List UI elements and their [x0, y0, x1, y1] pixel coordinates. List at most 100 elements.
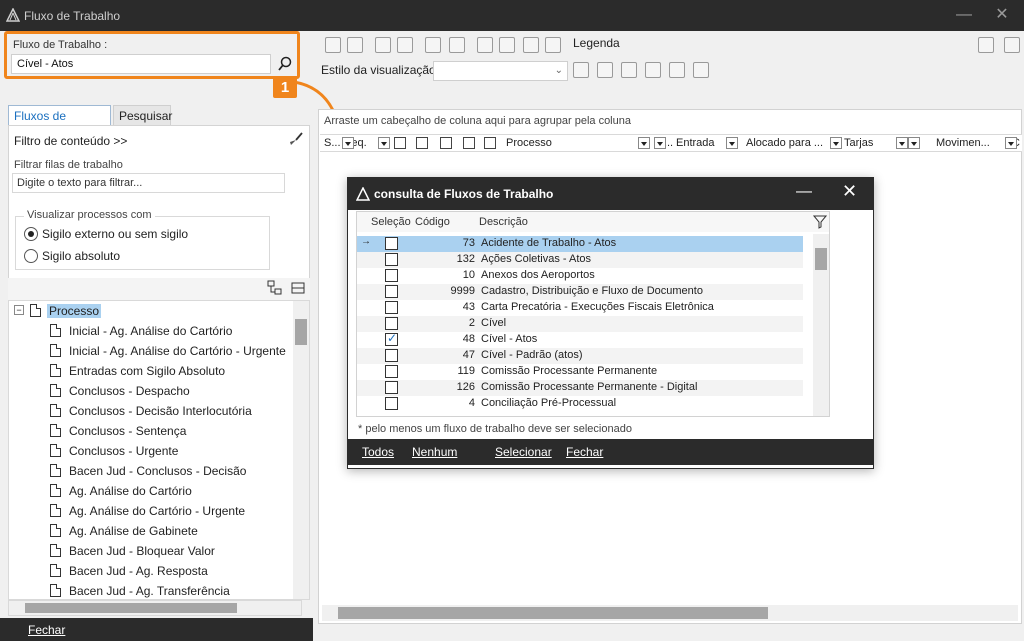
column-dropdown-icon[interactable] [896, 137, 908, 149]
tree-item[interactable]: Inicial - Ag. Análise do Cartório - Urge… [9, 341, 289, 361]
find-icon[interactable] [499, 37, 515, 53]
row-checkbox[interactable] [385, 253, 398, 266]
brush-icon[interactable] [288, 131, 304, 147]
list-item[interactable]: 4 Conciliação Pré-Processual [357, 396, 803, 412]
link-icon[interactable] [463, 137, 475, 149]
minimize-button[interactable]: — [952, 4, 976, 26]
approve-icon[interactable] [375, 37, 391, 53]
row-checkbox[interactable] [385, 237, 398, 250]
tree-item[interactable]: Conclusos - Urgente [9, 441, 289, 461]
radio-sigilo-externo[interactable]: Sigilo externo ou sem sigilo [24, 227, 188, 241]
row-checkbox[interactable] [385, 397, 398, 410]
grid-column-header[interactable]: Alocado para ... [746, 137, 823, 149]
tree-item[interactable]: Bacen Jud - Bloquear Valor [9, 541, 289, 561]
column-dropdown-icon[interactable] [654, 137, 666, 149]
dialog-close-button[interactable]: ✕ [842, 181, 857, 202]
tag-icon[interactable] [440, 137, 452, 149]
list-item[interactable]: 132 Ações Coletivas - Atos [357, 252, 803, 268]
list-item[interactable]: 43 Carta Precatória - Execuções Fiscais E… [357, 300, 803, 316]
row-checkbox[interactable] [385, 381, 398, 394]
dialog-fechar-button[interactable]: Fechar [566, 445, 603, 459]
selecionar-button[interactable]: Selecionar [495, 445, 552, 459]
radio-icon[interactable] [24, 249, 38, 263]
edit-icon[interactable] [621, 62, 637, 78]
export-icon[interactable] [449, 37, 465, 53]
list-vscroll-thumb[interactable] [815, 248, 827, 270]
tree-item[interactable]: Ag. Análise do Cartório [9, 481, 289, 501]
tree-icon[interactable] [978, 37, 994, 53]
column-dropdown-icon[interactable] [638, 137, 650, 149]
check-icon[interactable] [416, 137, 428, 149]
save-icon[interactable] [573, 62, 589, 78]
expand-tree-icon[interactable] [267, 280, 283, 296]
list-item[interactable]: → 73 Acidente de Trabalho - Atos [357, 236, 803, 252]
filtrar-input[interactable]: Digite o texto para filtrar... [12, 173, 285, 193]
tree-item[interactable]: Bacen Jud - Ag. Resposta [9, 561, 289, 581]
document-column-icon[interactable] [484, 137, 496, 149]
list-item[interactable]: 47 Cível - Padrão (atos) [357, 348, 803, 364]
tree-item[interactable]: Conclusos - Sentença [9, 421, 289, 441]
grid-column-header[interactable]: Entrada [676, 137, 715, 149]
layout-icon[interactable] [645, 62, 661, 78]
legenda-button[interactable]: Legenda [573, 36, 620, 50]
tree-item[interactable]: Ag. Análise do Cartório - Urgente [9, 501, 289, 521]
list-item[interactable]: 126 Comissão Processante Permanente - Dig… [357, 380, 803, 396]
tree-item[interactable]: Inicial - Ag. Análise do Cartório [9, 321, 289, 341]
delete-icon[interactable] [597, 62, 613, 78]
grid-column-header[interactable]: Tarjas [844, 137, 873, 149]
grid-column-header[interactable]: Movimen... [936, 137, 990, 149]
list-item[interactable]: 2 Cível [357, 316, 803, 332]
row-checkbox[interactable] [385, 301, 398, 314]
row-checkbox[interactable] [385, 331, 398, 346]
filter-title[interactable]: Filtro de conteúdo >> [14, 134, 127, 148]
mark-icon[interactable] [545, 37, 561, 53]
tab-fluxos[interactable]: Fluxos de trabalho [8, 105, 111, 137]
filter-icon[interactable] [813, 215, 827, 229]
header-selecao[interactable]: Seleção [371, 216, 411, 228]
print-icon[interactable] [425, 37, 441, 53]
list-item[interactable]: 119 Comissão Processante Permanente [357, 364, 803, 380]
collapse-tree-icon[interactable] [290, 280, 306, 296]
dialog-minimize-button[interactable]: — [796, 183, 812, 201]
column-dropdown-icon[interactable] [726, 137, 738, 149]
refresh-icon[interactable] [347, 37, 363, 53]
fechar-button[interactable]: Fechar [28, 623, 65, 637]
tree-item[interactable]: Bacen Jud - Conclusos - Decisão [9, 461, 289, 481]
column-dropdown-icon[interactable] [342, 137, 354, 149]
row-checkbox[interactable] [385, 269, 398, 282]
new-icon[interactable] [325, 37, 341, 53]
list-item[interactable]: 48 Cível - Atos [357, 331, 803, 348]
copy-icon[interactable] [397, 37, 413, 53]
radio-sigilo-absoluto[interactable]: Sigilo absoluto [24, 249, 120, 263]
column-dropdown-icon[interactable] [1005, 137, 1017, 149]
row-checkbox[interactable] [385, 365, 398, 378]
tree-item[interactable]: Ag. Análise de Gabinete [9, 521, 289, 541]
grid-hscroll[interactable] [322, 605, 1018, 621]
column-dropdown-icon[interactable] [908, 137, 920, 149]
panel-icon[interactable] [1004, 37, 1020, 53]
bookmark-icon[interactable] [394, 137, 406, 149]
todos-button[interactable]: Todos [362, 445, 394, 459]
list-vscroll[interactable] [813, 234, 829, 416]
tree-vscroll[interactable] [293, 301, 309, 599]
list-item[interactable]: 10 Anexos dos Aeroportos [357, 268, 803, 284]
row-checkbox[interactable] [385, 349, 398, 362]
tree-vscroll-thumb[interactable] [295, 319, 307, 345]
grid-hscroll-thumb[interactable] [338, 607, 768, 619]
row-checkbox[interactable] [385, 285, 398, 298]
close-window-button[interactable]: ✕ [990, 4, 1014, 26]
header-codigo[interactable]: Código [415, 216, 450, 228]
column-dropdown-icon[interactable] [830, 137, 842, 149]
tree-item[interactable]: Conclusos - Despacho [9, 381, 289, 401]
tab-pesquisar[interactable]: Pesquisar [113, 105, 172, 125]
row-checkbox[interactable] [385, 317, 398, 330]
tree-item[interactable]: Conclusos - Decisão Interlocutória [9, 401, 289, 421]
forward-icon[interactable] [477, 37, 493, 53]
grid-column-header[interactable]: S... [324, 137, 341, 149]
tree-hscroll-thumb[interactable] [25, 603, 237, 613]
tree-item[interactable]: Entradas com Sigilo Absoluto [9, 361, 289, 381]
nenhum-button[interactable]: Nenhum [412, 445, 457, 459]
list-item[interactable]: 9999 Cadastro, Distribuição e Fluxo de Do… [357, 284, 803, 300]
grid-column-header[interactable]: Processo [506, 137, 552, 149]
settings-icon[interactable] [693, 62, 709, 78]
